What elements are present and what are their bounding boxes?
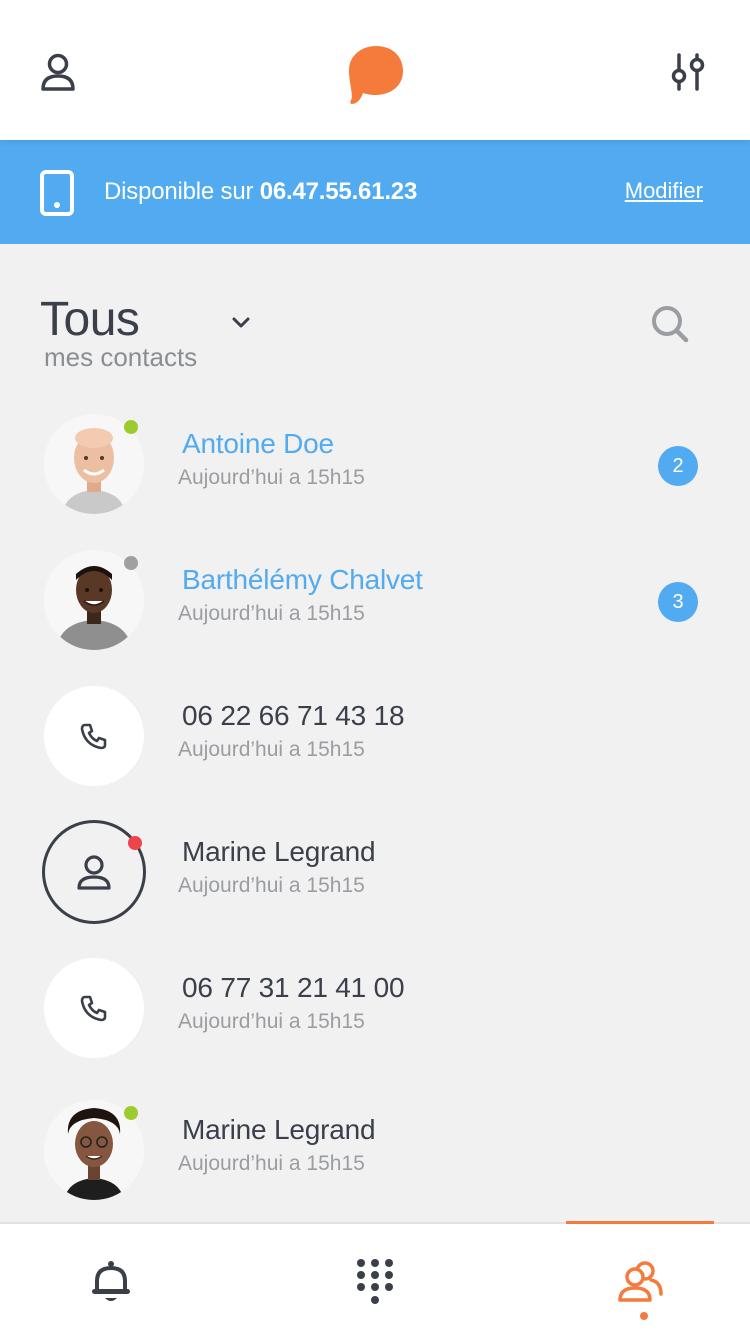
contact-time: Aujourd’hui a 15h15 bbox=[178, 874, 365, 897]
status-dot-online bbox=[124, 420, 138, 434]
availability-banner: Disponible sur 06.47.55.61.23 Modifier bbox=[0, 140, 750, 244]
contact-time: Aujourd’hui a 15h15 bbox=[178, 1010, 365, 1033]
bell-icon bbox=[92, 1261, 130, 1301]
user-icon bbox=[41, 53, 75, 91]
unread-badge: 3 bbox=[658, 582, 698, 622]
sliders-icon bbox=[671, 53, 705, 91]
contact-time: Aujourd’hui a 15h15 bbox=[178, 466, 365, 489]
active-tab-indicator bbox=[566, 1221, 714, 1224]
app-header bbox=[0, 0, 750, 140]
contact-name: Marine Legrand bbox=[182, 836, 376, 867]
contact-time: Aujourd’hui a 15h15 bbox=[178, 602, 365, 625]
contact-row[interactable]: Barthélémy Chalvet Aujourd’hui a 15h15 3 bbox=[0, 550, 750, 670]
status-dot-online bbox=[124, 1106, 138, 1120]
contact-name: Antoine Doe bbox=[182, 428, 334, 459]
smartphone-icon bbox=[40, 170, 74, 216]
unread-badge: 2 bbox=[658, 446, 698, 486]
avatar bbox=[44, 686, 144, 786]
contacts-icon bbox=[618, 1261, 663, 1302]
availability-prefix: Disponible sur bbox=[104, 178, 260, 205]
keypad-icon bbox=[357, 1259, 393, 1304]
tab-notifications[interactable] bbox=[83, 1254, 139, 1310]
filter-subtitle: mes contacts bbox=[44, 342, 198, 372]
avatar bbox=[44, 958, 144, 1058]
tab-contacts[interactable] bbox=[612, 1254, 668, 1310]
speech-bubble-logo bbox=[349, 46, 403, 104]
phone-icon bbox=[80, 995, 107, 1022]
status-dot-offline bbox=[124, 556, 138, 570]
contact-name: 06 77 31 21 41 00 bbox=[182, 972, 405, 1003]
contact-row[interactable]: 06 22 66 71 43 18 Aujourd’hui a 15h15 bbox=[0, 686, 750, 806]
status-dot-busy bbox=[128, 836, 142, 850]
availability-text: Disponible sur 06.47.55.61.23 bbox=[104, 178, 417, 206]
settings-button[interactable] bbox=[664, 48, 712, 96]
user-outline-icon bbox=[77, 855, 111, 890]
availability-number: 06.47.55.61.23 bbox=[259, 178, 418, 205]
contact-row[interactable]: 06 77 31 21 41 00 Aujourd’hui a 15h15 bbox=[0, 958, 750, 1078]
contact-name: 06 22 66 71 43 18 bbox=[182, 700, 405, 731]
contact-row[interactable]: Antoine Doe Aujourd’hui a 15h15 2 bbox=[0, 414, 750, 534]
contact-time: Aujourd’hui a 15h15 bbox=[178, 1152, 365, 1175]
contact-time: Aujourd’hui a 15h15 bbox=[178, 738, 365, 761]
tab-bar bbox=[0, 1221, 750, 1334]
modify-link[interactable]: Modifier bbox=[625, 178, 703, 204]
active-tab-dot bbox=[640, 1312, 648, 1320]
contact-row[interactable]: Marine Legrand Aujourd’hui a 15h15 bbox=[0, 1100, 750, 1220]
chevron-down-icon[interactable] bbox=[226, 308, 256, 338]
contact-name: Marine Legrand bbox=[182, 1114, 376, 1145]
filter-title[interactable]: Tous bbox=[40, 292, 140, 347]
search-icon[interactable] bbox=[646, 300, 694, 348]
contact-row[interactable]: Marine Legrand Aujourd’hui a 15h15 bbox=[0, 820, 750, 942]
tab-keypad[interactable] bbox=[347, 1254, 403, 1310]
profile-button[interactable] bbox=[34, 48, 82, 96]
avatar bbox=[42, 820, 146, 924]
phone-icon bbox=[80, 723, 107, 750]
contact-name: Barthélémy Chalvet bbox=[182, 564, 423, 595]
